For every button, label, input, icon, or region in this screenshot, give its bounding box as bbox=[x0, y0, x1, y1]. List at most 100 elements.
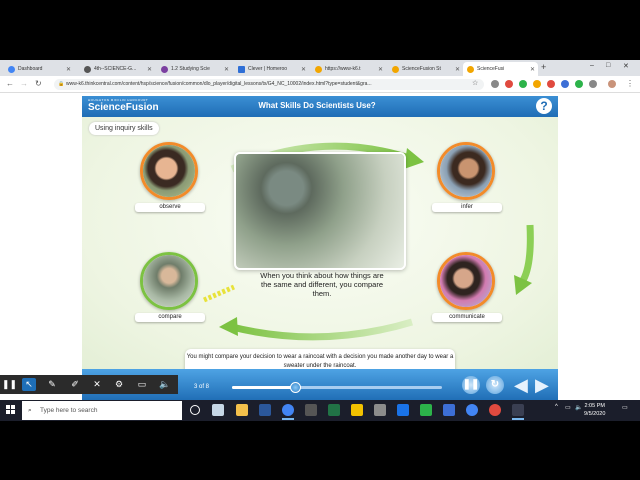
tab-label: 4th--SCIENCE-G... bbox=[94, 66, 137, 72]
infer-label[interactable]: infer bbox=[432, 203, 502, 212]
tab-thinkcentral[interactable]: https://www-k6.t ✕ bbox=[311, 62, 386, 76]
extension-icon[interactable] bbox=[575, 80, 583, 88]
tab-studying-science[interactable]: 1.2 Studying Scie ✕ bbox=[157, 62, 232, 76]
extension-icon[interactable] bbox=[589, 80, 597, 88]
app-icon[interactable] bbox=[420, 404, 432, 416]
lesson-title: What Skills Do Scientists Use? bbox=[258, 101, 376, 110]
tab-clever[interactable]: Clever | Homeroo ✕ bbox=[234, 62, 309, 76]
clock-time: 2:05 PM bbox=[584, 403, 605, 409]
close-icon[interactable]: ✕ bbox=[147, 66, 152, 73]
close-icon[interactable]: ✕ bbox=[90, 378, 104, 391]
app-icon[interactable] bbox=[351, 404, 363, 416]
pause-annotation-icon[interactable]: ❚❚ bbox=[2, 378, 17, 391]
app-icon[interactable] bbox=[489, 404, 501, 416]
maximize-icon[interactable]: □ bbox=[606, 62, 610, 69]
volume-tray-icon[interactable]: 🔈 bbox=[575, 404, 582, 411]
extension-icon[interactable] bbox=[491, 80, 499, 88]
task-view-icon[interactable] bbox=[212, 404, 224, 416]
page-icon bbox=[315, 65, 322, 73]
pen-icon[interactable]: ✎ bbox=[45, 378, 59, 391]
tab-4th-science[interactable]: 4th--SCIENCE-G... ✕ bbox=[80, 62, 155, 76]
compare-photo[interactable] bbox=[140, 252, 198, 310]
replay-button[interactable]: ↻ bbox=[486, 376, 504, 394]
app-icon[interactable] bbox=[397, 404, 409, 416]
app-icon[interactable] bbox=[374, 404, 386, 416]
connector-compare bbox=[203, 284, 235, 303]
next-arrow-icon[interactable]: ▶ bbox=[535, 375, 549, 395]
tab-label: 1.2 Studying Scie bbox=[171, 66, 210, 72]
forward-icon[interactable]: → bbox=[20, 79, 28, 88]
lesson-header: HOUGHTON MIFFLIN HARCOURT ScienceFusion … bbox=[82, 96, 558, 117]
compare-label[interactable]: compare bbox=[135, 313, 205, 322]
google-icon bbox=[8, 65, 15, 73]
comment-icon[interactable]: ▭ bbox=[135, 378, 149, 391]
page-content: HOUGHTON MIFFLIN HARCOURT ScienceFusion … bbox=[0, 93, 640, 420]
lesson-stage: Using inquiry skills observe infer compa… bbox=[82, 117, 558, 377]
profile-avatar[interactable] bbox=[608, 80, 616, 88]
communicate-label[interactable]: communicate bbox=[432, 313, 502, 322]
page-indicator: 3 of 8 bbox=[194, 384, 210, 390]
page-icon bbox=[392, 65, 399, 73]
tab-sciencefusion-1[interactable]: ScienceFusion St ✕ bbox=[388, 62, 463, 76]
back-icon[interactable]: ← bbox=[6, 79, 14, 88]
close-window-icon[interactable]: ✕ bbox=[623, 62, 629, 70]
extension-icon[interactable] bbox=[505, 80, 513, 88]
file-explorer-icon[interactable] bbox=[236, 404, 248, 416]
help-button[interactable]: ? bbox=[536, 98, 552, 114]
chrome-icon[interactable] bbox=[282, 404, 294, 420]
excel-icon[interactable] bbox=[328, 404, 340, 416]
extension-icon[interactable] bbox=[547, 80, 555, 88]
search-icon: ⌕ bbox=[28, 407, 32, 414]
url-field[interactable]: 🔒 www-k6.thinkcentral.com/content/hsp/sc… bbox=[54, 79, 484, 90]
star-icon[interactable]: ☆ bbox=[472, 79, 478, 87]
arrow-right bbox=[518, 224, 534, 284]
url-text: www-k6.thinkcentral.com/content/hsp/scie… bbox=[66, 81, 372, 87]
progress-knob[interactable] bbox=[290, 382, 301, 393]
close-icon[interactable]: ✕ bbox=[378, 66, 383, 73]
tab-label: https://www-k6.t bbox=[325, 66, 361, 72]
taskbar-clock[interactable]: 2:05 PM 9/5/2020 bbox=[584, 402, 605, 418]
extension-icon[interactable] bbox=[519, 80, 527, 88]
network-icon[interactable]: ▭ bbox=[565, 404, 571, 411]
windows-start-icon[interactable] bbox=[6, 405, 16, 415]
tab-sciencefusion-active[interactable]: ScienceFusi ✕ bbox=[463, 62, 538, 76]
clever-icon[interactable] bbox=[443, 404, 455, 416]
pointer-icon[interactable]: ↖ bbox=[22, 378, 36, 391]
tab-label: ScienceFusi bbox=[477, 66, 505, 72]
extension-icon[interactable] bbox=[533, 80, 541, 88]
reload-icon[interactable]: ↻ bbox=[35, 79, 42, 88]
close-icon[interactable]: ✕ bbox=[224, 66, 229, 73]
observe-label[interactable]: observe bbox=[135, 203, 205, 212]
menu-kebab-icon[interactable]: ⋮ bbox=[626, 79, 634, 88]
notification-icon[interactable]: ▭ bbox=[622, 404, 628, 411]
app-icon[interactable] bbox=[305, 404, 317, 416]
observe-photo[interactable] bbox=[140, 142, 198, 200]
close-icon[interactable]: ✕ bbox=[66, 66, 71, 73]
previous-arrow-icon[interactable]: ◀ bbox=[514, 375, 528, 395]
close-icon[interactable]: ✕ bbox=[301, 66, 306, 73]
close-icon[interactable]: ✕ bbox=[455, 66, 460, 73]
volume-icon[interactable]: 🔈 bbox=[158, 378, 172, 391]
taskbar-search-field[interactable]: ⌕ Type here to search bbox=[22, 401, 182, 420]
progress-track[interactable] bbox=[232, 382, 442, 393]
google-icon[interactable] bbox=[466, 404, 478, 416]
pause-button[interactable]: ❚❚ bbox=[462, 376, 480, 394]
new-tab-button[interactable]: + bbox=[541, 62, 546, 72]
word-icon[interactable] bbox=[259, 404, 271, 416]
highlighter-icon[interactable]: ✐ bbox=[68, 378, 82, 391]
communicate-photo[interactable] bbox=[437, 252, 495, 310]
clever-icon bbox=[238, 65, 245, 73]
minimize-icon[interactable]: – bbox=[590, 62, 594, 69]
settings-icon[interactable] bbox=[512, 404, 524, 420]
tab-dashboard[interactable]: Dashboard ✕ bbox=[4, 62, 74, 76]
cortana-icon[interactable] bbox=[190, 405, 200, 415]
close-icon[interactable]: ✕ bbox=[530, 66, 535, 73]
infer-photo[interactable] bbox=[437, 142, 495, 200]
lock-icon: 🔒 bbox=[58, 81, 65, 87]
tray-chevron-icon[interactable]: ^ bbox=[555, 404, 558, 410]
tools-icon[interactable]: ⚙ bbox=[112, 378, 126, 391]
windows-taskbar: ⌕ Type here to search ^ ▭ 🔈 2:05 PM 9/5/… bbox=[0, 400, 640, 421]
section-label: Using inquiry skills bbox=[89, 122, 159, 135]
progress-fill bbox=[232, 386, 295, 389]
extension-icon[interactable] bbox=[561, 80, 569, 88]
